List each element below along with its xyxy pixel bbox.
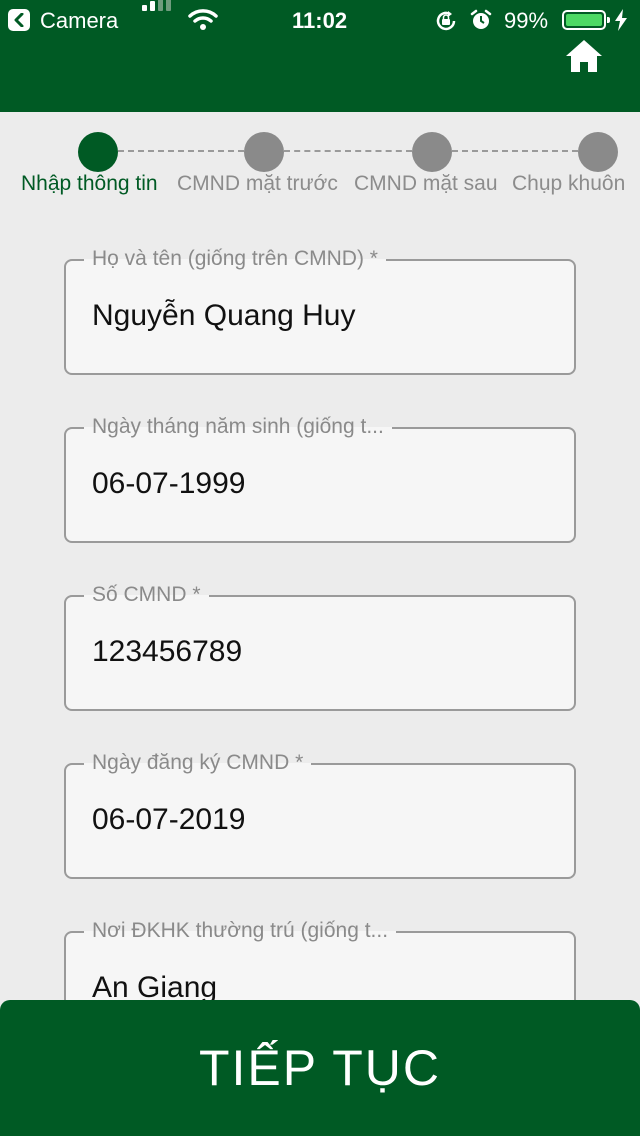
- step-connector: [452, 150, 578, 152]
- alarm-icon: [470, 9, 492, 29]
- progress-stepper: Nhập thông tin CMND mặt trước CMND mặt s…: [0, 112, 640, 212]
- date-of-birth-value[interactable]: 06-07-1999: [92, 467, 245, 501]
- back-to-app-label[interactable]: Camera: [40, 8, 118, 34]
- date-of-birth-label: Ngày tháng năm sinh (giống t...: [84, 413, 392, 441]
- full-name-value[interactable]: Nguyễn Quang Huy: [92, 299, 356, 333]
- home-icon[interactable]: [564, 38, 604, 74]
- battery-level-fill: [566, 14, 602, 26]
- battery-percent: 99%: [504, 8, 549, 33]
- step-4-label: Chụp khuôn: [512, 172, 626, 195]
- date-of-birth-field[interactable]: Ngày tháng năm sinh (giống t... 06-07-19…: [64, 413, 576, 543]
- continue-button[interactable]: TIẾP TỤC: [0, 1000, 640, 1136]
- permanent-address-label: Nơi ĐKHK thường trú (giống t...: [84, 917, 397, 945]
- id-issue-date-value[interactable]: 06-07-2019: [92, 803, 245, 837]
- step-3-indicator: [412, 132, 452, 172]
- step-1-label: Nhập thông tin: [21, 172, 158, 195]
- id-number-label: Số CMND *: [84, 581, 209, 609]
- id-issue-date-label: Ngày đăng ký CMND *: [84, 749, 312, 777]
- step-2-label: CMND mặt trước: [177, 172, 338, 195]
- step-3-label: CMND mặt sau: [354, 172, 498, 195]
- rotation-lock-icon: [436, 11, 456, 31]
- status-bar: Camera 11:02 99%: [0, 0, 640, 40]
- charging-bolt-icon: [615, 9, 627, 31]
- full-name-label: Họ và tên (giống trên CMND) *: [84, 245, 386, 273]
- battery-icon: [562, 10, 610, 30]
- full-name-field[interactable]: Họ và tên (giống trên CMND) * Nguyễn Qua…: [64, 245, 576, 375]
- step-4-indicator: [578, 132, 618, 172]
- step-1-indicator: [78, 132, 118, 172]
- step-connector: [284, 150, 412, 152]
- continue-button-label: TIẾP TỤC: [199, 1040, 441, 1096]
- step-connector: [118, 150, 244, 152]
- app-header: Camera 11:02 99%: [0, 0, 640, 112]
- back-arrow-icon[interactable]: [8, 9, 30, 31]
- wifi-icon: [188, 9, 218, 30]
- step-2-indicator: [244, 132, 284, 172]
- id-number-field[interactable]: Số CMND * 123456789: [64, 581, 576, 711]
- status-time: 11:02: [292, 8, 348, 33]
- id-issue-date-field[interactable]: Ngày đăng ký CMND * 06-07-2019: [64, 749, 576, 879]
- id-number-value[interactable]: 123456789: [92, 635, 242, 669]
